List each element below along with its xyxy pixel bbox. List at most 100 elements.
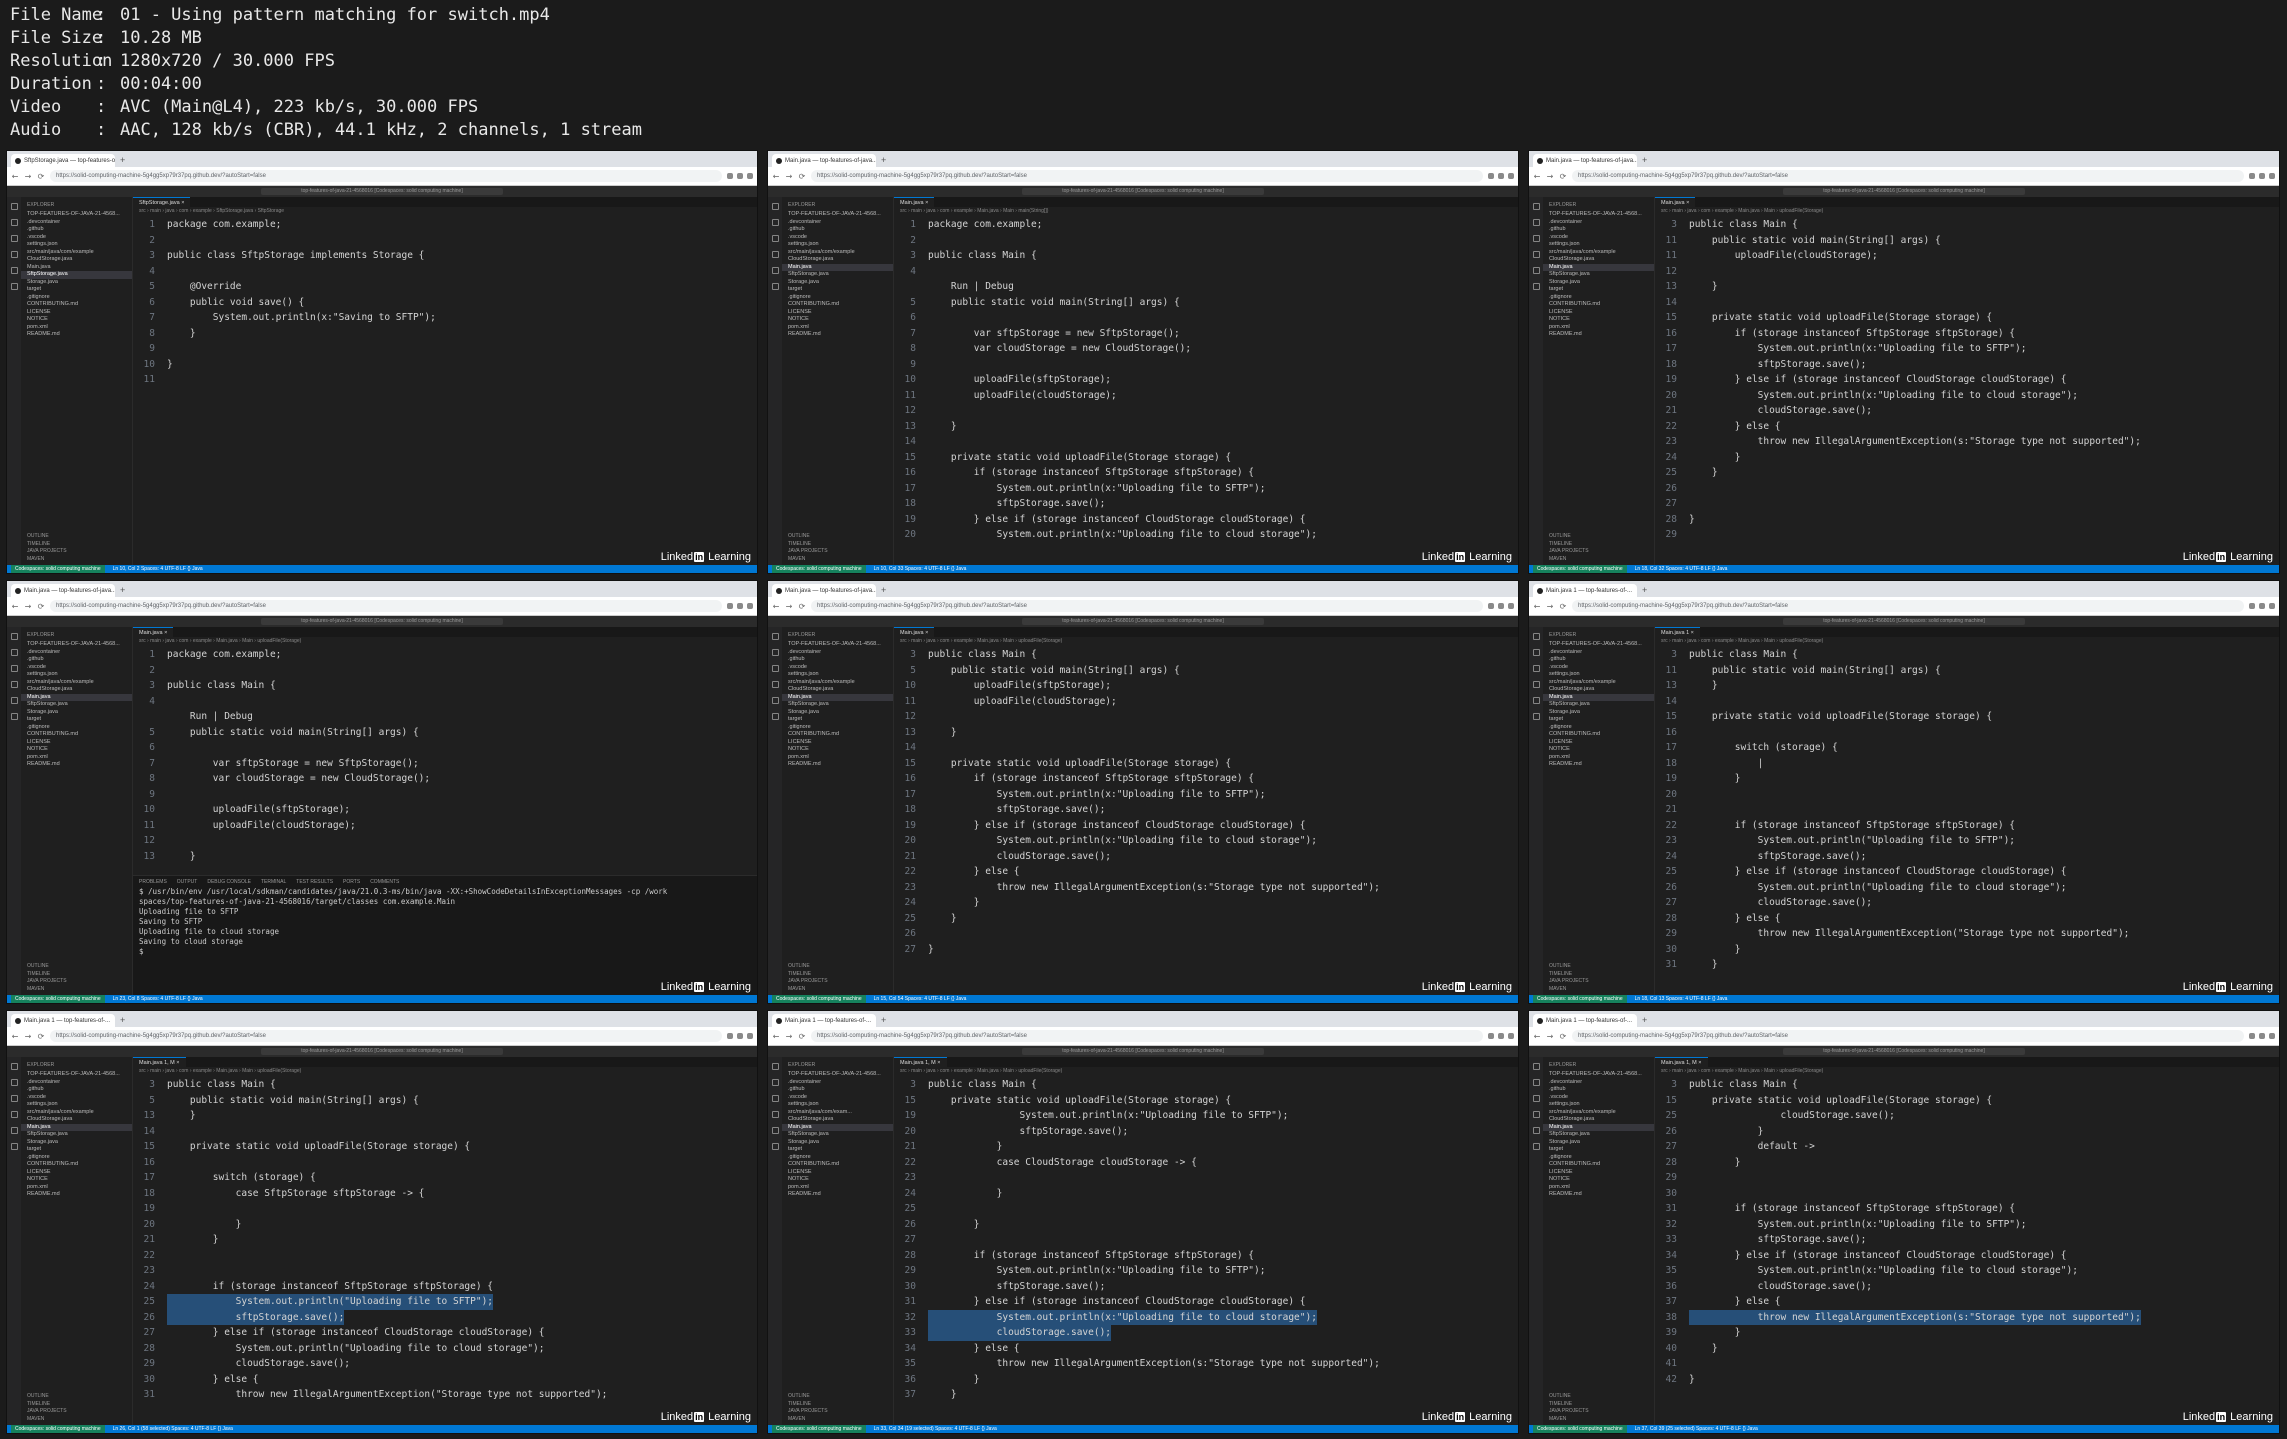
explorer-item[interactable]: src/main/java/com/example [21,249,132,257]
code-line[interactable]: 12 [1655,264,2269,280]
code-text[interactable]: } else { [167,1372,259,1388]
extension-icon[interactable] [2249,603,2255,609]
extensions-icon[interactable] [771,697,779,704]
code-line[interactable]: 23 System.out.println("Uploading file to… [1655,833,2269,849]
explorer-item[interactable]: Storage.java [782,279,893,287]
explorer-item[interactable]: .vscode [782,664,893,672]
code-line[interactable]: 8 var cloudStorage = new CloudStorage(); [894,341,1508,357]
code-text[interactable]: } [928,1139,1003,1155]
code-line[interactable]: 11 uploadFile(cloudStorage); [894,694,1508,710]
code-text[interactable]: public static void main(String[] args) { [928,663,1180,679]
code-line[interactable]: 15 private static void uploadFile(Storag… [894,756,1508,772]
code-text[interactable]: } [928,1372,980,1388]
code-line[interactable]: 27} [894,942,1508,958]
reload-icon[interactable]: ⟳ [37,602,45,611]
explorer-item[interactable]: .vscode [21,1094,132,1102]
code-line[interactable]: 18 sftpStorage.save(); [894,802,1508,818]
explorer-item[interactable]: .devcontainer [1543,1079,1654,1087]
run-debug-icon[interactable] [771,681,779,688]
code-line[interactable]: 30 } [1655,942,2269,958]
code-editor[interactable]: 3 public class Main {15 private static vo… [1655,1077,2269,1387]
explorer-item[interactable]: .vscode [782,1094,893,1102]
code-line[interactable]: 18 | [1655,756,2269,772]
search-icon[interactable] [1532,219,1540,226]
explorer-item[interactable]: TOP-FEATURES-OF-JAVA-21-4568... [21,1071,132,1079]
explorer-item[interactable]: LICENSE [21,739,132,747]
new-tab-icon[interactable]: + [881,584,886,597]
code-line[interactable]: 3 public class SftpStorage implements Sto… [133,248,747,264]
remote-indicator[interactable]: Codespaces: solid computing machine [11,995,105,1003]
sidebar-panel-header[interactable]: TIMELINE [1543,971,1654,979]
explorer-item[interactable]: .github [1543,656,1654,664]
sidebar-panel-header[interactable]: TIMELINE [1543,541,1654,549]
browser-tab[interactable]: Main.java 1 — top-features-of-... [1533,584,1637,597]
code-text[interactable]: case SftpStorage sftpStorage -> { [167,1186,425,1202]
code-text[interactable]: } else { [1689,419,1781,435]
run-debug-icon[interactable] [771,1111,779,1118]
explorer-item[interactable]: .devcontainer [1543,219,1654,227]
source-control-icon[interactable] [1532,665,1540,672]
code-line[interactable]: 36 cloudStorage.save(); [1655,1279,2269,1295]
breadcrumb[interactable]: src › main › java › com › example › Main… [1655,207,2279,215]
code-line[interactable]: 26 } [894,1217,1508,1233]
code-line[interactable]: 22 if (storage instanceof SftpStorage sf… [1655,818,2269,834]
code-text[interactable]: } [928,1387,957,1403]
extension-icon[interactable] [2249,173,2255,179]
new-tab-icon[interactable]: + [1642,154,1647,167]
code-line[interactable]: 26 [1655,481,2269,497]
code-line[interactable]: 29 cloudStorage.save(); [133,1356,747,1372]
address-bar[interactable]: https://solid-computing-machine-5g4gg5xp… [811,600,1483,612]
sidebar-panel-header[interactable]: JAVA PROJECTS [782,1408,893,1416]
explorer-item[interactable]: LICENSE [1543,309,1654,317]
editor-tab[interactable]: Main.java × [894,197,935,207]
code-text[interactable]: System.out.println(x:"Uploading file to … [1689,341,2027,357]
code-editor[interactable]: 3 public class Main {5 public static void… [894,647,1508,957]
sidebar-panel-header[interactable]: TIMELINE [21,971,132,979]
explorer-item[interactable]: TOP-FEATURES-OF-JAVA-21-4568... [782,1071,893,1079]
code-line[interactable]: 14 [894,740,1508,756]
code-line[interactable]: 35 throw new IllegalArgumentException(s:… [894,1356,1508,1372]
source-control-icon[interactable] [771,235,779,242]
code-text[interactable]: } [1689,1124,1764,1140]
explorer-item[interactable]: .github [21,656,132,664]
explorer-item[interactable]: Storage.java [1543,1139,1654,1147]
explorer-item[interactable]: TOP-FEATURES-OF-JAVA-21-4568... [1543,211,1654,219]
code-editor[interactable]: 3 public class Main {11 public static voi… [1655,647,2269,973]
code-text[interactable]: sftpStorage.save(); [928,496,1106,512]
new-tab-icon[interactable]: + [881,1014,886,1027]
code-text[interactable]: } else if (storage instanceof CloudStora… [167,1325,545,1341]
new-tab-icon[interactable]: + [120,584,125,597]
explorer-item[interactable]: target [1543,1146,1654,1154]
code-line[interactable]: 40 } [1655,1341,2269,1357]
code-line[interactable]: 12 [894,709,1508,725]
terminal-panel-tab[interactable]: PROBLEMS [139,879,167,885]
new-tab-icon[interactable]: + [881,154,886,167]
code-line[interactable]: 18 case SftpStorage sftpStorage -> { [133,1186,747,1202]
code-line[interactable]: 32 System.out.println(x:"Uploading file … [894,1309,1508,1325]
explorer-item[interactable]: SftpStorage.java [21,701,132,709]
remote-indicator[interactable]: Codespaces: solid computing machine [772,1425,866,1433]
code-line[interactable]: 3 public class Main { [894,248,1508,264]
profile-icon[interactable] [747,1033,753,1039]
browser-tab[interactable]: Main.java 1 — top-features-of-... [11,1014,115,1027]
code-line[interactable]: 19 } [1655,771,2269,787]
source-control-icon[interactable] [10,235,18,242]
code-line[interactable]: 26 System.out.println("Uploading file to… [1655,880,2269,896]
code-line[interactable]: 15 private static void uploadFile(Storag… [894,450,1508,466]
remote-indicator[interactable]: Codespaces: solid computing machine [772,995,866,1003]
explorer-item[interactable]: LICENSE [1543,1169,1654,1177]
code-line[interactable]: 21 [1655,802,2269,818]
code-text[interactable]: public static void main(String[] args) { [1689,233,1941,249]
code-line[interactable]: 25 } [1655,465,2269,481]
explorer-item[interactable]: SftpStorage.java [1543,271,1654,279]
explorer-item[interactable]: Storage.java [21,1139,132,1147]
sidebar-panel-header[interactable]: JAVA PROJECTS [782,978,893,986]
code-text[interactable]: private static void uploadFile(Storage s… [1689,310,1992,326]
code-text[interactable]: } [1689,279,1718,295]
search-icon[interactable] [10,649,18,656]
code-line[interactable]: 24 } [1655,450,2269,466]
code-line[interactable]: 27 [1655,496,2269,512]
explorer-item[interactable]: CloudStorage.java [782,686,893,694]
code-line[interactable]: 7 var sftpStorage = new SftpStorage(); [894,326,1508,342]
code-line[interactable]: 11 public static void main(String[] args… [1655,233,2269,249]
